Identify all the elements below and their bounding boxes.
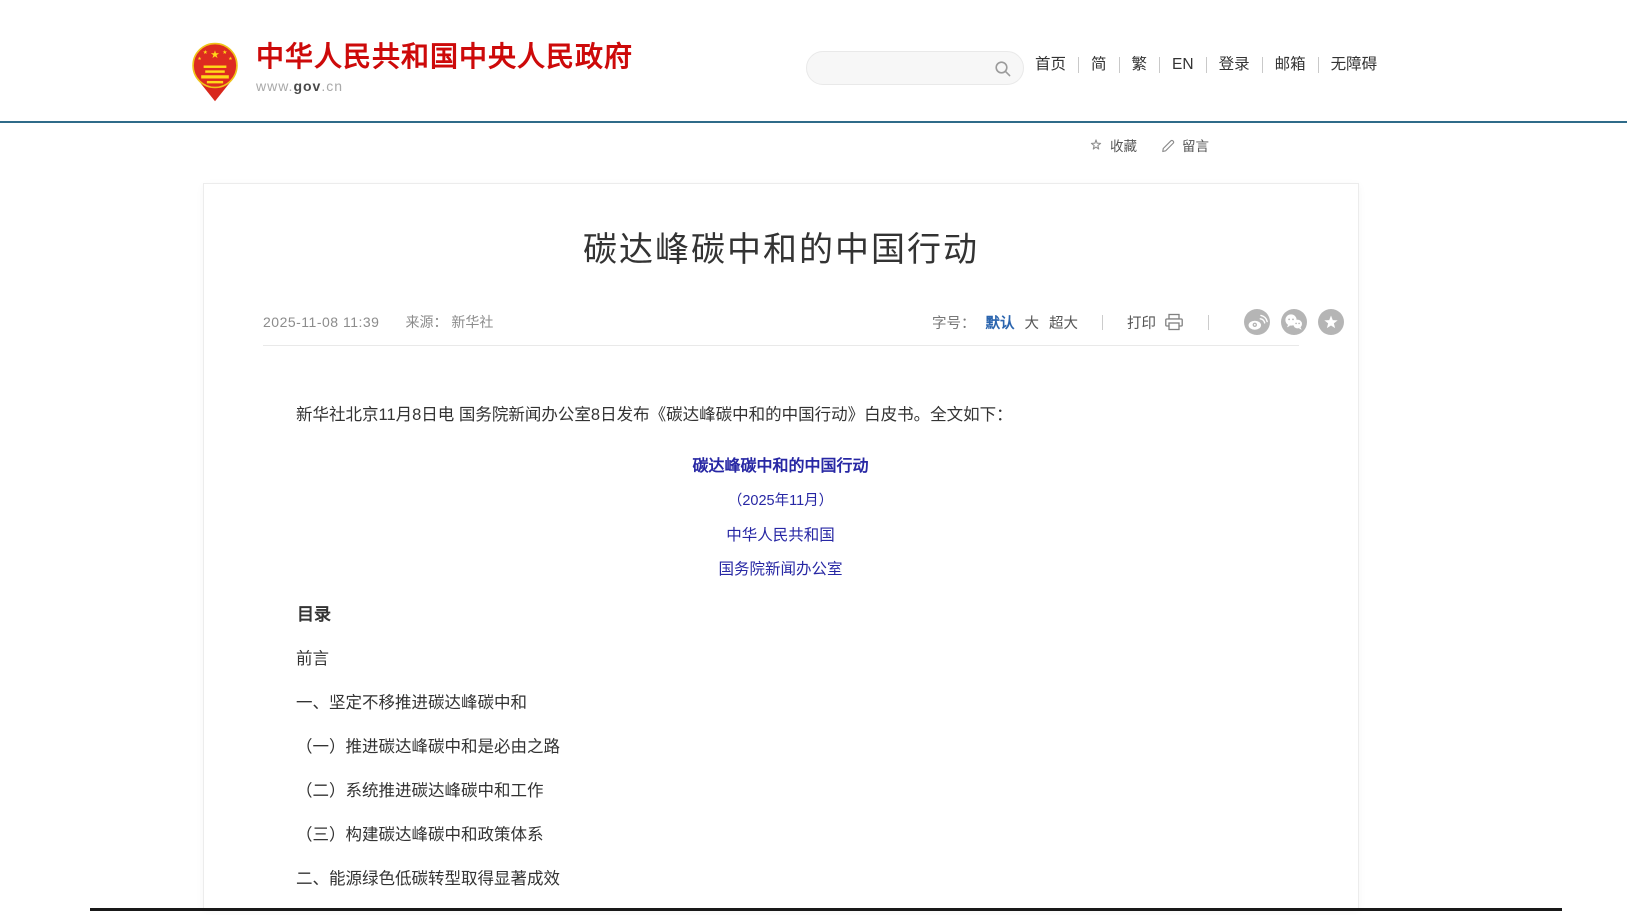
quick-actions: 收藏 留言 bbox=[1088, 135, 1209, 155]
toc-item: 前言 bbox=[263, 646, 1298, 672]
divider bbox=[1208, 315, 1209, 330]
font-size-label: 字号： bbox=[932, 312, 976, 333]
font-size-default-button[interactable]: 默认 bbox=[986, 312, 1015, 333]
divider bbox=[1102, 315, 1103, 330]
share-wechat-icon[interactable] bbox=[1281, 309, 1307, 335]
site-url-domain: gov bbox=[293, 78, 321, 94]
nav-traditional[interactable]: 繁 bbox=[1119, 57, 1160, 73]
site-url: www.gov.cn bbox=[256, 78, 633, 94]
source-label: 来源： bbox=[405, 314, 447, 330]
article-date: 2025-11-08 11:39 bbox=[263, 314, 379, 330]
nav-simplified[interactable]: 简 bbox=[1078, 57, 1119, 73]
brand-text: 中华人民共和国中央人民政府 www.gov.cn bbox=[256, 41, 633, 94]
toc-item: （二）系统推进碳达峰碳中和工作 bbox=[263, 778, 1298, 804]
article-meta: 2025-11-08 11:39 来源： 新华社 字号： 默认 大 超大 打印 bbox=[263, 309, 1344, 335]
article-card: 碳达峰碳中和的中国行动 2025-11-08 11:39 来源： 新华社 字号：… bbox=[203, 183, 1359, 910]
brand[interactable]: ★ ★ ★ ★ ★ 中华人民共和国中央人民政府 www.gov.cn bbox=[189, 41, 633, 103]
nav-login[interactable]: 登录 bbox=[1206, 57, 1262, 73]
meta-left: 2025-11-08 11:39 来源： 新华社 bbox=[263, 312, 493, 332]
bottom-edge-line bbox=[90, 908, 1562, 911]
print-label: 打印 bbox=[1127, 312, 1156, 333]
comment-link[interactable]: 留言 bbox=[1161, 135, 1209, 155]
search-box bbox=[806, 51, 1024, 85]
svg-text:★: ★ bbox=[228, 56, 233, 62]
printer-icon bbox=[1164, 313, 1184, 331]
document-date: （2025年11月） bbox=[263, 488, 1298, 514]
document-title: 碳达峰碳中和的中国行动 bbox=[263, 454, 1298, 480]
national-emblem-icon: ★ ★ ★ ★ ★ bbox=[189, 41, 241, 103]
favorite-link[interactable]: 收藏 bbox=[1088, 135, 1137, 155]
article-title: 碳达峰碳中和的中国行动 bbox=[264, 230, 1298, 271]
source-value: 新华社 bbox=[451, 314, 493, 330]
star-icon bbox=[1088, 137, 1104, 153]
toc-heading: 目录 bbox=[263, 602, 1298, 628]
document-org-line-1: 中华人民共和国 bbox=[263, 522, 1298, 548]
toc-item: 一、坚定不移推进碳达峰碳中和 bbox=[263, 690, 1298, 716]
lead-paragraph: 新华社北京11月8日电 国务院新闻办公室8日发布《碳达峰碳中和的中国行动》白皮书… bbox=[263, 402, 1298, 428]
svg-text:★: ★ bbox=[210, 49, 219, 61]
nav-english[interactable]: EN bbox=[1159, 57, 1206, 73]
favorite-label: 收藏 bbox=[1110, 135, 1137, 155]
meta-divider bbox=[263, 345, 1299, 346]
svg-text:★: ★ bbox=[197, 56, 202, 62]
toc-item: （三）构建碳达峰碳中和政策体系 bbox=[263, 822, 1298, 848]
site-url-suffix: .cn bbox=[321, 78, 343, 94]
svg-text:★: ★ bbox=[203, 49, 208, 56]
header-divider bbox=[0, 121, 1627, 123]
toc-item: 二、能源绿色低碳转型取得显著成效 bbox=[263, 866, 1298, 892]
search-input[interactable] bbox=[823, 52, 991, 84]
nav-home[interactable]: 首页 bbox=[1035, 57, 1078, 73]
svg-text:★: ★ bbox=[222, 49, 227, 56]
font-size-xlarge-button[interactable]: 超大 bbox=[1049, 312, 1078, 333]
toc-item: （一）推进碳达峰碳中和是必由之路 bbox=[263, 734, 1298, 760]
comment-label: 留言 bbox=[1182, 135, 1209, 155]
share-star-icon[interactable] bbox=[1318, 309, 1344, 335]
print-button[interactable]: 打印 bbox=[1127, 312, 1184, 333]
article-source: 来源： 新华社 bbox=[405, 312, 493, 332]
nav-mailbox[interactable]: 邮箱 bbox=[1262, 57, 1318, 73]
site-title: 中华人民共和国中央人民政府 bbox=[256, 41, 633, 73]
font-size-large-button[interactable]: 大 bbox=[1025, 312, 1040, 333]
pencil-icon bbox=[1161, 138, 1176, 153]
share-weibo-icon[interactable] bbox=[1244, 309, 1270, 335]
page: ★ ★ ★ ★ ★ 中华人民共和国中央人民政府 www.gov.cn bbox=[0, 0, 1627, 915]
article-body: 新华社北京11月8日电 国务院新闻办公室8日发布《碳达峰碳中和的中国行动》白皮书… bbox=[204, 402, 1358, 910]
document-org-line-2: 国务院新闻办公室 bbox=[263, 556, 1298, 582]
site-url-prefix: www. bbox=[256, 78, 293, 94]
top-nav: 首页 简 繁 EN 登录 邮箱 无障碍 bbox=[1035, 57, 1389, 73]
meta-right: 字号： 默认 大 超大 打印 bbox=[932, 309, 1344, 335]
nav-accessibility[interactable]: 无障碍 bbox=[1318, 57, 1390, 73]
search-icon[interactable] bbox=[994, 60, 1012, 78]
